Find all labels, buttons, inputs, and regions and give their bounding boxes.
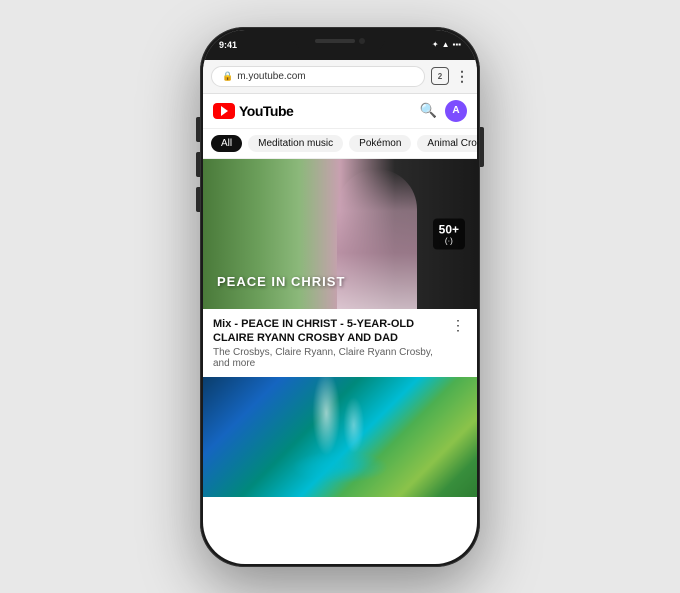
- search-button[interactable]: 🔍: [420, 102, 437, 119]
- youtube-icon: [213, 103, 235, 119]
- bluetooth-icon: ✦: [432, 40, 439, 49]
- radio-icon: (·): [445, 236, 453, 245]
- pill-pokemon[interactable]: Pokémon: [349, 135, 411, 152]
- volume-up-button[interactable]: [196, 117, 200, 142]
- notch-speaker: [315, 39, 355, 43]
- youtube-header: YouTube 🔍 A: [203, 94, 477, 129]
- figure-silhouette: [337, 169, 417, 309]
- video-details: Mix - PEACE IN CHRIST - 5-YEAR-OLD CLAIR…: [213, 317, 449, 370]
- category-bar: All Meditation music Pokémon Animal Cros…: [203, 129, 477, 159]
- volume-down-button[interactable]: [196, 152, 200, 177]
- video-title-text: Mix - PEACE IN CHRIST - 5-YEAR-OLD CLAIR…: [213, 317, 449, 346]
- video-thumbnail-1[interactable]: PEACE IN CHRIST 50+ (·): [203, 159, 477, 309]
- user-avatar[interactable]: A: [445, 100, 467, 122]
- notch-cutout: [295, 30, 385, 52]
- lock-icon: 🔒: [222, 71, 233, 82]
- pill-all[interactable]: All: [211, 135, 242, 152]
- wifi-icon: ▲: [442, 40, 450, 49]
- status-time: 9:41: [219, 40, 237, 50]
- youtube-logo: YouTube: [213, 103, 293, 119]
- waterfall-overlay: [203, 377, 477, 497]
- video-thumbnail-2[interactable]: [203, 377, 477, 497]
- pill-meditation[interactable]: Meditation music: [248, 135, 343, 152]
- status-icons: ✦ ▲ ▪▪▪: [432, 40, 461, 49]
- tab-count-label: 2: [438, 72, 442, 81]
- video-info-bar: Mix - PEACE IN CHRIST - 5-YEAR-OLD CLAIR…: [203, 309, 477, 378]
- play-triangle: [221, 106, 228, 116]
- playlist-count: 50+: [439, 222, 459, 236]
- playlist-icon: (·): [439, 236, 459, 245]
- video-channel-text: The Crosbys, Claire Ryann, Claire Ryann …: [213, 347, 449, 369]
- pill-animal-crossing[interactable]: Animal Cross: [417, 135, 477, 152]
- browser-menu-button[interactable]: ⋮: [455, 68, 469, 85]
- phone-screen: 9:41 ✦ ▲ ▪▪▪ 🔒 m.youtube.com 2: [203, 30, 477, 564]
- url-bar[interactable]: 🔒 m.youtube.com: [211, 66, 425, 87]
- status-bar: 9:41 ✦ ▲ ▪▪▪: [203, 30, 477, 60]
- silent-switch[interactable]: [196, 187, 200, 212]
- url-text: m.youtube.com: [237, 71, 414, 82]
- battery-icon: ▪▪▪: [452, 40, 461, 49]
- video-menu-button[interactable]: ⋮: [449, 317, 467, 334]
- notch-camera: [359, 38, 365, 44]
- tab-count-button[interactable]: 2: [431, 67, 449, 85]
- thumb-background-1: PEACE IN CHRIST 50+ (·): [203, 159, 477, 309]
- video-title-overlay: PEACE IN CHRIST: [217, 274, 345, 289]
- youtube-wordmark: YouTube: [239, 103, 293, 119]
- power-button[interactable]: [480, 127, 484, 167]
- thumb-background-2: [203, 377, 477, 497]
- phone-frame: 9:41 ✦ ▲ ▪▪▪ 🔒 m.youtube.com 2: [200, 27, 480, 567]
- browser-chrome: 🔒 m.youtube.com 2 ⋮: [203, 60, 477, 94]
- playlist-badge: 50+ (·): [433, 218, 465, 249]
- youtube-actions: 🔍 A: [420, 100, 467, 122]
